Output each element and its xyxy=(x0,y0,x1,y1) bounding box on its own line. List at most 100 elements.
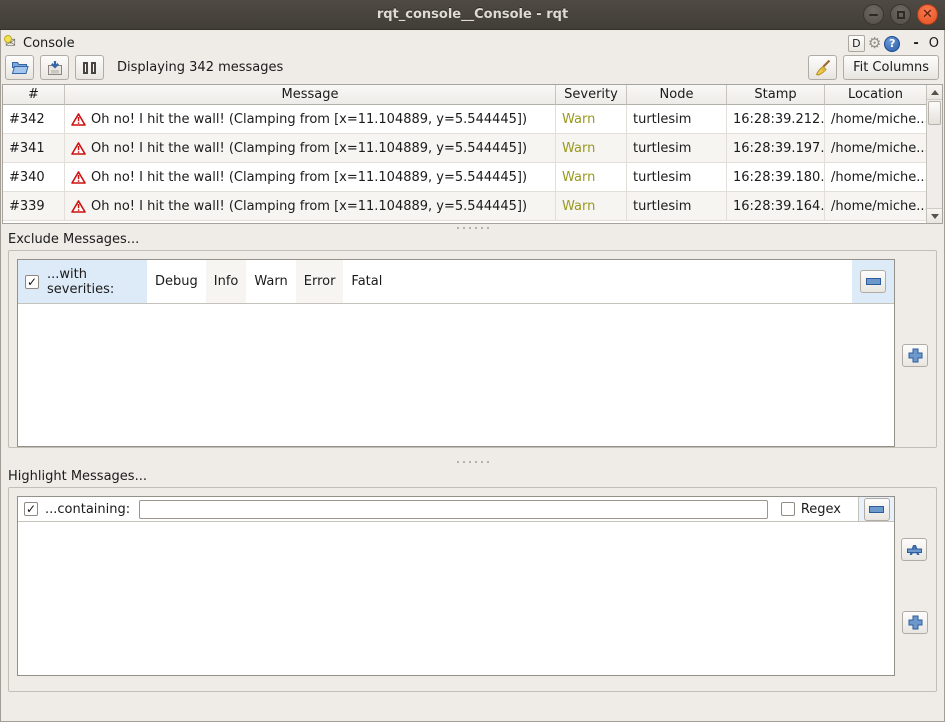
envelope-icon: ✉ xyxy=(5,36,21,51)
window-controls: ✕ xyxy=(863,4,938,25)
dock-minimize-button[interactable]: - xyxy=(913,36,918,51)
folder-open-icon xyxy=(11,60,29,75)
severity-option-error[interactable]: Error xyxy=(296,260,344,303)
help-icon[interactable]: ? xyxy=(884,36,900,52)
column-header-severity[interactable]: Severity xyxy=(556,85,627,105)
splitter-handle[interactable] xyxy=(0,224,945,232)
cell-message: Oh no! I hit the wall! (Clamping from [x… xyxy=(65,163,556,192)
cell-node: turtlesim xyxy=(627,134,727,163)
cell-node: turtlesim xyxy=(627,105,727,134)
cell-stamp: 16:28:39.164... xyxy=(727,192,825,221)
warning-triangle-icon xyxy=(71,142,86,155)
highlight-text-input[interactable] xyxy=(139,500,768,519)
message-count-status: Displaying 342 messages xyxy=(117,60,283,75)
severity-option-debug[interactable]: Debug xyxy=(147,260,206,303)
dock-title: Console xyxy=(23,36,75,51)
regex-option: Regex xyxy=(777,502,851,517)
warning-triangle-icon xyxy=(71,171,86,184)
scroll-down-button[interactable] xyxy=(927,208,942,223)
cell-message: Oh no! I hit the wall! (Clamping from [x… xyxy=(65,192,556,221)
cell-node: turtlesim xyxy=(627,192,727,221)
pause-icon xyxy=(83,62,96,74)
column-header-num[interactable]: # xyxy=(3,85,65,105)
table-row[interactable]: #340 Oh no! I hit the wall! (Clamping fr… xyxy=(3,163,942,192)
window-title: rqt_console__Console - rqt xyxy=(377,7,568,22)
window-close-button[interactable]: ✕ xyxy=(917,4,938,25)
table-scrollbar[interactable] xyxy=(926,85,942,223)
cell-num: #342 xyxy=(3,105,65,134)
exclude-severity-filter-row[interactable]: ✓ ...with severities: Debug Info Warn Er… xyxy=(18,260,894,304)
save-icon xyxy=(46,60,64,76)
scroll-up-button[interactable] xyxy=(927,85,942,100)
dock-float-button[interactable]: O xyxy=(929,36,939,51)
cell-message: Oh no! I hit the wall! (Clamping from [x… xyxy=(65,134,556,163)
arrow-down-icon xyxy=(931,214,939,219)
window-maximize-button[interactable] xyxy=(890,4,911,25)
highlight-filter-label: ...containing: xyxy=(45,502,130,517)
exclude-filter-checkbox[interactable]: ✓ xyxy=(25,275,39,289)
cell-location: /home/miche... xyxy=(825,105,926,134)
dock-d-button[interactable]: D xyxy=(848,35,865,52)
clear-messages-button[interactable] xyxy=(808,55,837,80)
warning-triangle-icon xyxy=(71,113,86,126)
highlight-toggle-button[interactable]: A xyxy=(901,538,927,561)
table-row[interactable]: #342 Oh no! I hit the wall! (Clamping fr… xyxy=(3,105,942,134)
close-icon: ✕ xyxy=(922,8,933,21)
filter-row-spacer xyxy=(390,260,852,303)
scrollbar-thumb[interactable] xyxy=(928,101,941,125)
remove-highlight-filter-button[interactable] xyxy=(864,498,890,521)
severity-option-warn[interactable]: Warn xyxy=(246,260,295,303)
table-row[interactable]: #339 Oh no! I hit the wall! (Clamping fr… xyxy=(3,192,942,221)
add-exclude-filter-button[interactable] xyxy=(902,344,928,367)
cell-severity: Warn xyxy=(556,163,627,192)
text-highlight-icon: A xyxy=(906,542,923,557)
highlight-section-label: Highlight Messages... xyxy=(8,469,147,484)
regex-checkbox[interactable] xyxy=(781,502,795,516)
minus-icon xyxy=(869,506,884,513)
cell-severity: Warn xyxy=(556,105,627,134)
minus-icon xyxy=(866,278,881,285)
severity-option-fatal[interactable]: Fatal xyxy=(343,260,390,303)
highlight-filter-checkbox[interactable]: ✓ xyxy=(24,502,38,516)
filter-enable-cell: ✓ ...with severities: xyxy=(18,260,147,303)
minimize-icon xyxy=(869,14,878,16)
window-titlebar[interactable]: rqt_console__Console - rqt ✕ xyxy=(0,0,945,30)
window-minimize-button[interactable] xyxy=(863,4,884,25)
load-messages-button[interactable] xyxy=(5,55,34,80)
cell-severity: Warn xyxy=(556,134,627,163)
rqt-window: rqt_console__Console - rqt ✕ ✉ Console D… xyxy=(0,0,945,722)
gear-icon[interactable]: ⚙ xyxy=(868,35,881,52)
fit-columns-button[interactable]: Fit Columns xyxy=(843,55,939,80)
arrow-up-icon xyxy=(931,90,939,95)
cell-message: Oh no! I hit the wall! (Clamping from [x… xyxy=(65,105,556,134)
remove-exclude-filter-button[interactable] xyxy=(860,270,886,293)
column-header-location[interactable]: Location xyxy=(825,85,926,105)
cell-location: /home/miche... xyxy=(825,134,926,163)
add-highlight-filter-button[interactable] xyxy=(902,611,928,634)
exclude-filter-list: ✓ ...with severities: Debug Info Warn Er… xyxy=(17,259,895,447)
dock-controls: D ⚙ ? - O xyxy=(848,35,939,52)
regex-label: Regex xyxy=(801,502,841,517)
exclude-section: ✓ ...with severities: Debug Info Warn Er… xyxy=(8,250,937,448)
console-toolbar: Displaying 342 messages Fit Columns xyxy=(5,55,939,80)
save-messages-button[interactable] xyxy=(40,55,69,80)
severity-option-info[interactable]: Info xyxy=(206,260,247,303)
cell-severity: Warn xyxy=(556,192,627,221)
cell-location: /home/miche... xyxy=(825,163,926,192)
plus-icon xyxy=(908,348,923,363)
remove-filter-cell xyxy=(858,497,894,521)
pause-button[interactable] xyxy=(75,55,104,80)
column-header-node[interactable]: Node xyxy=(627,85,727,105)
cell-node: turtlesim xyxy=(627,163,727,192)
cell-num: #341 xyxy=(3,134,65,163)
highlight-containing-filter-row[interactable]: ✓ ...containing: Regex xyxy=(18,497,894,522)
column-header-stamp[interactable]: Stamp xyxy=(727,85,825,105)
cell-stamp: 16:28:39.180... xyxy=(727,163,825,192)
cell-stamp: 16:28:39.197... xyxy=(727,134,825,163)
splitter-handle[interactable] xyxy=(0,458,945,466)
cell-num: #340 xyxy=(3,163,65,192)
column-header-message[interactable]: Message xyxy=(65,85,556,105)
exclude-section-label: Exclude Messages... xyxy=(8,232,139,247)
cell-location: /home/miche... xyxy=(825,192,926,221)
table-row[interactable]: #341 Oh no! I hit the wall! (Clamping fr… xyxy=(3,134,942,163)
